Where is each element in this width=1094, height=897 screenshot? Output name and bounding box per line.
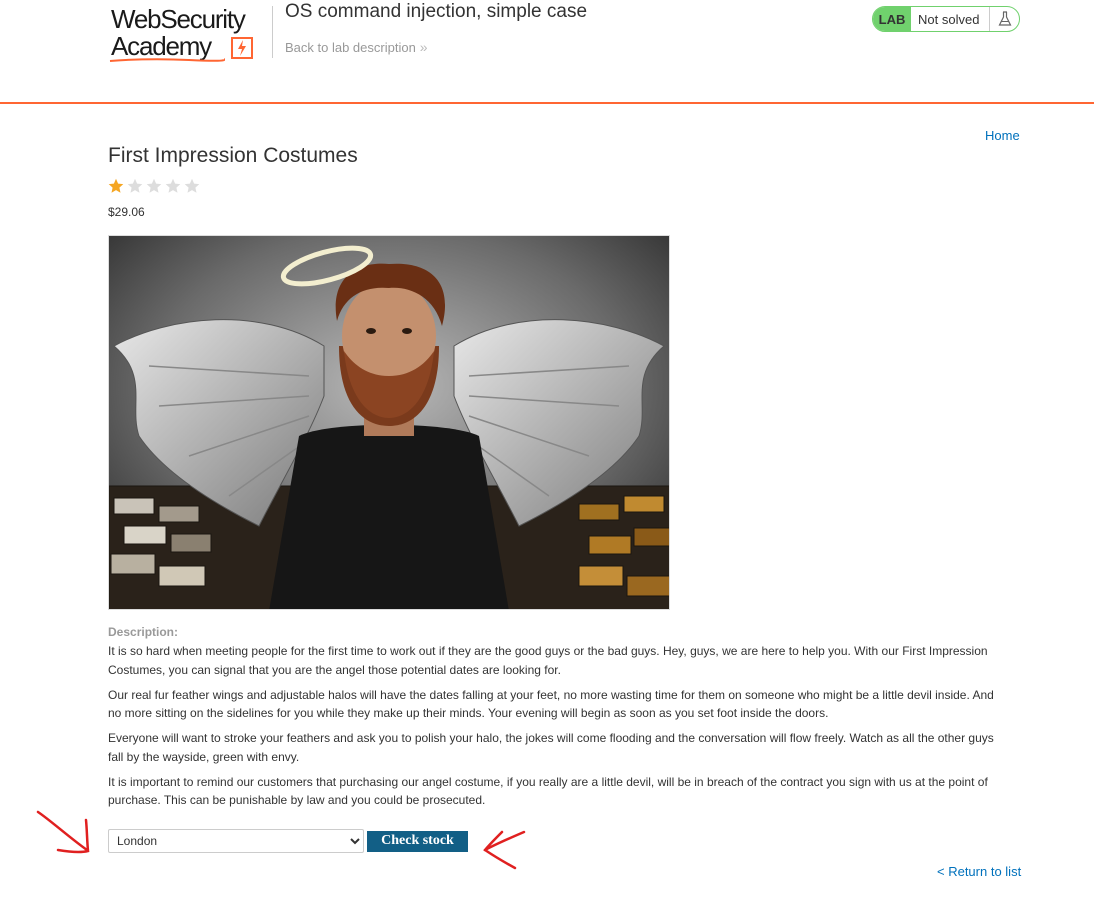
logo-text-line2: Academy [111, 31, 212, 61]
product-image [108, 235, 670, 610]
logo-underline [109, 58, 225, 62]
return-to-list-link[interactable]: < Return to list [937, 864, 1021, 879]
star-empty-icon [146, 178, 162, 193]
annotation-arrow-left-icon [36, 810, 90, 854]
back-link-label: Back to lab description [285, 40, 416, 55]
back-to-lab-description-link[interactable]: Back to lab description» [285, 39, 428, 55]
logo-text-line1: WebSecurity [111, 4, 246, 34]
description-label: Description: [108, 625, 179, 639]
description-paragraph: Our real fur feather wings and adjustabl… [108, 687, 994, 721]
stock-check-form: London Check stock [108, 829, 468, 853]
star-filled-icon [108, 178, 124, 193]
header-divider [272, 6, 273, 58]
lab-title: OS command injection, simple case [285, 1, 588, 22]
product-description: It is so hard when meeting people for th… [108, 642, 1008, 816]
star-empty-icon [165, 178, 181, 193]
lab-status-widget: LAB Not solved [872, 6, 1020, 32]
description-paragraph: It is so hard when meeting people for th… [108, 644, 988, 677]
home-link[interactable]: Home [985, 128, 1020, 143]
star-empty-icon [127, 178, 143, 193]
product-title: First Impression Costumes [108, 144, 358, 167]
description-paragraph: It is important to remind our customers … [108, 774, 988, 808]
lab-tag: LAB [873, 7, 911, 31]
flask-icon [989, 7, 1019, 31]
check-stock-button[interactable]: Check stock [367, 830, 468, 852]
site-header: WebSecurity Academy OS command injection… [0, 0, 1094, 104]
web-security-academy-logo[interactable]: WebSecurity Academy [109, 3, 269, 63]
store-select[interactable]: London [108, 829, 364, 853]
star-empty-icon [184, 178, 200, 193]
product-price: $29.06 [108, 205, 145, 219]
annotation-arrow-right-icon [483, 830, 526, 870]
logo-bolt-icon [231, 37, 253, 59]
double-chevron-right-icon: » [419, 39, 428, 55]
lab-status-text: Not solved [918, 11, 980, 27]
product-rating [108, 178, 200, 194]
description-paragraph: Everyone will want to stroke your feathe… [108, 731, 994, 764]
